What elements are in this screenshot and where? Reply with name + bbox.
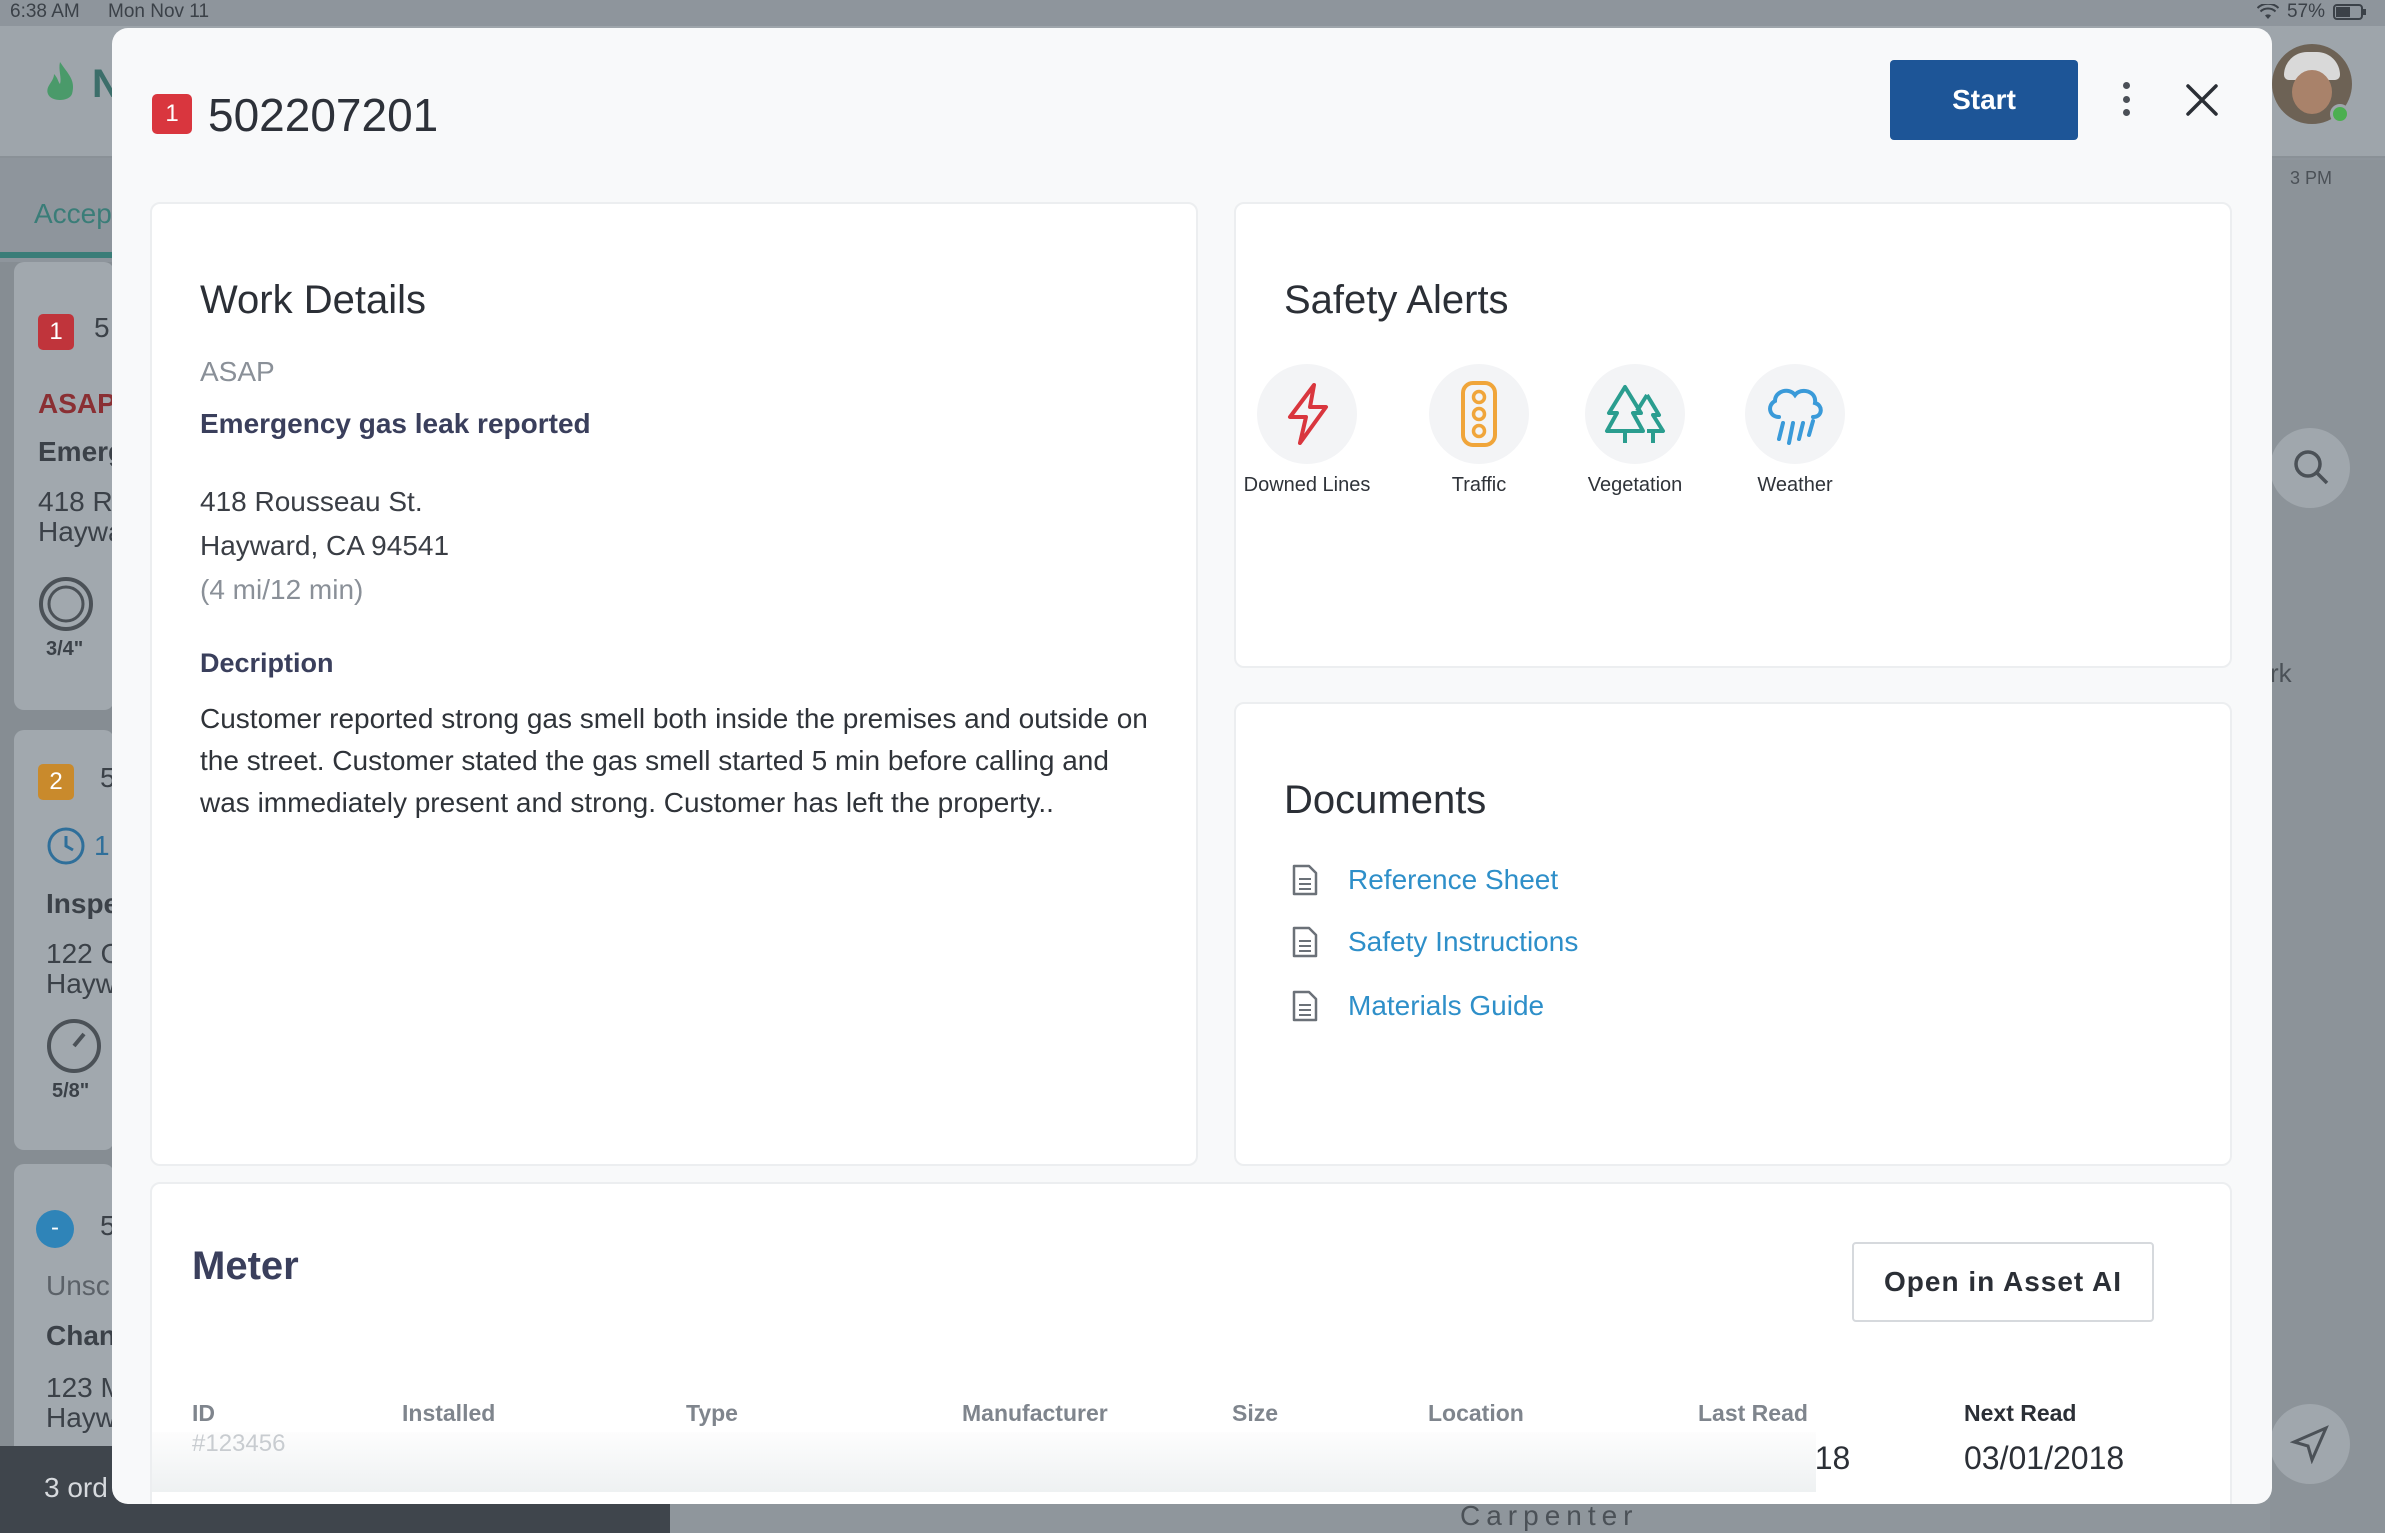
order-card-addr1: 122 C [46, 938, 121, 969]
description-text: Customer reported strong gas smell both … [200, 703, 1148, 818]
col-header-installed: Installed [402, 1400, 496, 1426]
col-header-id: ID [192, 1400, 215, 1426]
map-search-button[interactable] [2270, 428, 2350, 508]
alert-label: Downed Lines [1243, 474, 1371, 496]
order-card-headline: Inspe [46, 888, 120, 919]
alert-traffic[interactable]: Traffic [1414, 364, 1544, 497]
work-details-panel: Work Details ASAP Emergency gas leak rep… [150, 202, 1198, 1166]
app-logo-icon [47, 62, 74, 100]
order-list: 1 5 ASAP Emerg 418 R Haywa 3/4" 2 5 1 In… [0, 262, 125, 1533]
battery-percent: 57% [2286, 1, 2325, 22]
meter-row-fade: #123456 [152, 1430, 1816, 1492]
open-asset-ai-button[interactable]: Open in Asset AI [1852, 1242, 2154, 1322]
col-header-manufacturer: Manufacturer [962, 1400, 1108, 1426]
modal-header: 1 502207201 Start [112, 28, 2272, 200]
clock-icon [47, 827, 85, 865]
work-headline: Emergency gas leak reported [200, 408, 591, 439]
travel-distance: (4 mi/12 min) [200, 574, 364, 605]
document-icon [1292, 926, 1318, 958]
map-right-strip: rk [2270, 160, 2385, 1533]
document-link-label[interactable]: Safety Instructions [1348, 926, 1578, 958]
avatar-face [2292, 70, 2332, 114]
lightning-icon [1288, 383, 1328, 445]
alert-vegetation[interactable]: Vegetation [1570, 364, 1700, 497]
order-card-status: Unsc [46, 1270, 110, 1301]
priority-text: ASAP [200, 356, 275, 387]
meter-gauge-icon [39, 577, 93, 631]
priority-badge: 1 [38, 314, 74, 350]
safety-alerts-title: Safety Alerts [1284, 278, 1509, 322]
priority-badge: 2 [38, 764, 74, 800]
address-line-1[interactable]: 418 Rousseau St. [200, 486, 423, 518]
tab-underline [0, 252, 112, 258]
order-card[interactable]: 2 5 1 Inspe 122 C Hayw 5/8" [14, 730, 121, 1150]
start-button[interactable]: Start [1890, 60, 2078, 140]
work-order-modal: 1 502207201 Start Work Details ASAP Emer… [112, 28, 2272, 1504]
col-header-type: Type [686, 1400, 738, 1426]
col-header-location: Location [1428, 1400, 1524, 1426]
alert-downed-lines[interactable]: Downed Lines [1242, 364, 1372, 497]
order-number: 502207201 [208, 89, 439, 141]
documents-panel: Documents Reference Sheet Safety Instruc… [1234, 702, 2232, 1166]
meter-title: Meter [192, 1244, 299, 1288]
close-icon[interactable] [2184, 82, 2220, 118]
document-icon [1292, 864, 1318, 896]
map-locate-button[interactable] [2270, 1404, 2350, 1484]
order-card-addr2: Haywa [38, 516, 124, 547]
schedule-time-marker: 3 PM [2290, 168, 2333, 188]
order-card-status: 1 [94, 830, 110, 861]
safety-alerts-panel: Safety Alerts Downed Lines Traffic Veget… [1234, 202, 2232, 668]
tab-accepted[interactable]: Accep [34, 198, 112, 230]
document-link-label[interactable]: Materials Guide [1348, 990, 1544, 1022]
meter-panel: Meter Open in Asset AI ID Installed Type… [150, 1182, 2232, 1504]
search-icon [2292, 448, 2330, 491]
meter-size: 3/4" [46, 638, 84, 660]
status-bar: 6:38 AM Mon Nov 11 57% [0, 0, 2385, 24]
alert-label: Weather [1757, 474, 1833, 496]
meter-gauge-icon [47, 1019, 101, 1073]
map-street-label: Carpenter [1460, 1500, 1639, 1531]
address-line-2[interactable]: Hayward, CA 94541 [200, 530, 449, 562]
order-card-addr2: Hayw [46, 968, 117, 999]
more-options-icon[interactable] [2112, 74, 2140, 124]
traffic-light-icon [1461, 381, 1497, 447]
alert-label: Traffic [1451, 474, 1507, 496]
document-link-label[interactable]: Reference Sheet [1348, 864, 1558, 896]
meter-size: 5/8" [52, 1080, 90, 1102]
priority-badge: 1 [152, 94, 192, 134]
alert-label: Vegetation [1587, 474, 1683, 496]
online-status-dot [2330, 104, 2350, 124]
order-card-addr1: 418 R [38, 486, 113, 517]
document-link[interactable]: Materials Guide [1292, 990, 1544, 1022]
col-header-last-read: Last Read [1698, 1400, 1808, 1426]
order-card[interactable]: 1 5 ASAP Emerg 418 R Haywa 3/4" [14, 262, 125, 710]
meter-next-read: 03/01/2018 [1964, 1440, 2125, 1476]
battery-icon [2333, 4, 2366, 20]
order-card-headline: Chan [46, 1320, 116, 1351]
col-header-next-read: Next Read [1964, 1400, 2077, 1426]
order-card-status: ASAP [38, 388, 116, 419]
rain-cloud-icon [1768, 388, 1823, 445]
work-details-title: Work Details [200, 278, 426, 322]
status-date: Mon Nov 11 [108, 1, 210, 22]
navigate-icon [2290, 1425, 2329, 1464]
meter-id: #123456 [192, 1430, 286, 1457]
wifi-icon [2256, 4, 2279, 19]
alert-weather[interactable]: Weather [1730, 364, 1860, 497]
trees-icon [1605, 385, 1665, 443]
description-label: Decription [200, 648, 334, 678]
documents-title: Documents [1284, 778, 1487, 822]
order-count: 3 ord [44, 1472, 108, 1503]
status-right: 57% [2256, 1, 2367, 23]
order-card-addr2: Hayw [46, 1402, 117, 1433]
order-card-title: 5 [94, 312, 110, 343]
document-link[interactable]: Safety Instructions [1292, 926, 1578, 958]
map-label: rk [2270, 658, 2292, 688]
document-icon [1292, 990, 1318, 1022]
col-header-size: Size [1232, 1400, 1279, 1426]
priority-badge: - [36, 1210, 74, 1248]
document-link[interactable]: Reference Sheet [1292, 864, 1558, 896]
status-time: 6:38 AM [10, 1, 80, 22]
